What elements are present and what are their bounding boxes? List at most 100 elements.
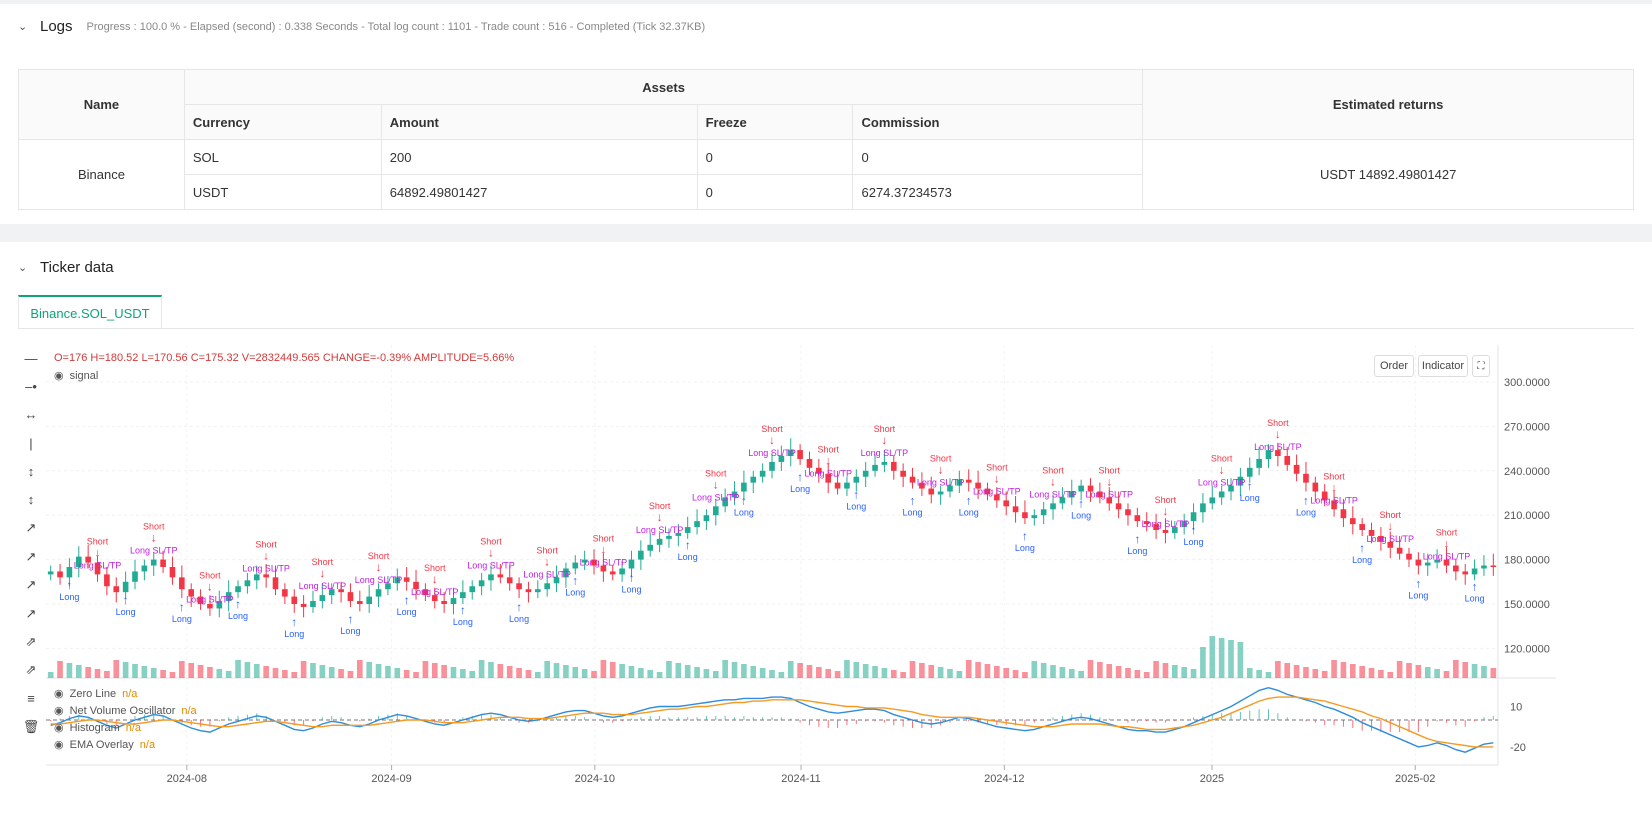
y-tick-label: 120.0000 (1504, 643, 1550, 655)
horizontal-ray-icon[interactable]: –• (18, 373, 44, 399)
parallel-channel-icon[interactable]: ⇗ (18, 629, 44, 655)
volume-bar (1228, 640, 1234, 678)
volume-bar (731, 662, 738, 678)
eye-icon[interactable]: ◉ (54, 721, 64, 734)
horizontal-line-icon[interactable]: — (18, 345, 44, 371)
volume-bar (1359, 666, 1365, 678)
eye-icon[interactable]: ◉ (54, 738, 64, 751)
y-tick-label: 300.0000 (1504, 377, 1550, 389)
candle-body (937, 491, 944, 495)
chevron-down-icon[interactable]: ⌄ (18, 261, 30, 274)
volume-bar (1284, 663, 1291, 678)
sltp-label: Long SL/TP (973, 486, 1021, 496)
candle-body (656, 538, 663, 545)
long-signal-label: Long (846, 502, 866, 512)
indicator-legend-ema[interactable]: ◉ EMA Overlay n/a (54, 738, 155, 752)
ticker-header[interactable]: ⌄ Ticker data (18, 259, 114, 276)
candle-body (1200, 503, 1206, 513)
candle-body (207, 604, 213, 609)
candle-body (282, 589, 288, 597)
volume-bar (1321, 671, 1328, 678)
volume-bar (928, 665, 935, 678)
volume-bar (834, 671, 841, 678)
logs-meta: Progress : 100.0 % - Elapsed (second) : … (86, 20, 706, 33)
amount-cell: 64892.49801427 (380, 174, 698, 210)
candle-body (1218, 491, 1225, 498)
volume-bar (1218, 638, 1225, 678)
volume-bar (291, 672, 298, 678)
x-tick-label: 2024-09 (371, 773, 411, 785)
chevron-down-icon[interactable]: ⌄ (18, 20, 30, 33)
eye-icon[interactable]: ◉ (54, 687, 64, 700)
long-arrow-icon: ↑ (1022, 529, 1028, 543)
indicator-name: Net Volume Oscillator (69, 704, 176, 717)
order-button[interactable]: Order (1374, 355, 1414, 377)
ray-line-icon[interactable]: ↗ (18, 544, 44, 570)
volume-bar (403, 670, 410, 678)
price-line-icon[interactable]: ↗ (18, 601, 44, 627)
y-tick-label: 180.0000 (1504, 555, 1550, 567)
volume-bar (1031, 661, 1038, 678)
candle-body (834, 482, 841, 489)
trend-line-icon[interactable]: ↗ (18, 515, 44, 541)
volume-bar (1125, 668, 1131, 678)
indicator-legend-nvo[interactable]: ◉ Net Volume Oscillator n/a (54, 704, 197, 718)
volume-bar (57, 661, 63, 678)
long-signal-label: Long (509, 614, 529, 624)
volume-bar (638, 668, 644, 678)
long-signal-label: Long (172, 614, 192, 624)
vertical-segment-icon[interactable]: ↕ (18, 487, 44, 513)
fib-icon[interactable]: ≡ (18, 686, 44, 712)
signal-legend[interactable]: ◉ signal (54, 369, 99, 383)
candle-body (1462, 571, 1469, 575)
candle-body (300, 604, 307, 607)
long-signal-label: Long (1240, 493, 1260, 503)
candle-body (497, 574, 504, 578)
volume-bar (919, 663, 925, 678)
indicator-legend-histogram[interactable]: ◉ Histogram n/a (54, 721, 141, 735)
vertical-line-icon[interactable]: | (18, 430, 44, 456)
eye-icon[interactable]: ◉ (54, 704, 64, 717)
x-tick-label: 2024-10 (575, 773, 615, 785)
candle-body (478, 580, 485, 587)
trash-icon[interactable]: 🗑 (18, 714, 44, 740)
indicator-legend-zero[interactable]: ◉ Zero Line n/a (54, 687, 137, 701)
candle-body (366, 596, 372, 604)
sltp-label: Long SL/TP (74, 560, 122, 570)
volume-bar (104, 671, 110, 678)
signal-label: signal (69, 369, 99, 382)
candle-body (244, 580, 251, 587)
volume-bar (497, 664, 504, 678)
volume-bar (450, 667, 457, 678)
volume-bar (1115, 666, 1122, 678)
volume-bar (544, 661, 550, 678)
volume-bar (1293, 665, 1300, 678)
candle-body (1125, 509, 1131, 516)
logs-header[interactable]: ⌄ Logs Progress : 100.0 % - Elapsed (sec… (18, 18, 705, 35)
volume-bar (806, 665, 813, 678)
long-arrow-icon: ↑ (66, 578, 72, 592)
short-arrow-icon: ↓ (1275, 427, 1281, 441)
segment-icon[interactable]: ↗ (18, 572, 44, 598)
sltp-label: Long SL/TP (186, 594, 234, 604)
extended-line-icon[interactable]: ↔ (18, 402, 44, 428)
short-arrow-icon: ↓ (881, 433, 887, 447)
tab-sol-usdt[interactable]: Binance.SOL_USDT (18, 295, 162, 329)
candle-body (1415, 559, 1422, 566)
volume-bar (394, 668, 401, 678)
long-signal-label: Long (1184, 537, 1204, 547)
volume-bar (1340, 662, 1347, 678)
candle-body (900, 470, 906, 477)
candle-body (1406, 553, 1412, 560)
short-arrow-icon: ↓ (544, 554, 550, 568)
volume-bar (1368, 668, 1375, 678)
eye-icon[interactable]: ◉ (54, 369, 64, 382)
fullscreen-icon[interactable]: ⛶ (1472, 355, 1490, 377)
candle-body (1134, 515, 1141, 522)
long-signal-label: Long (1071, 511, 1091, 521)
price-chart[interactable]: 300.0000 270.0000 240.0000 210.0000 180.0000… (46, 345, 1636, 829)
price-channel-icon[interactable]: ⇗ (18, 657, 44, 683)
vertical-ray-icon[interactable]: ↕ (18, 459, 44, 485)
indicator-button[interactable]: Indicator (1418, 355, 1468, 377)
volume-bar (722, 660, 728, 678)
